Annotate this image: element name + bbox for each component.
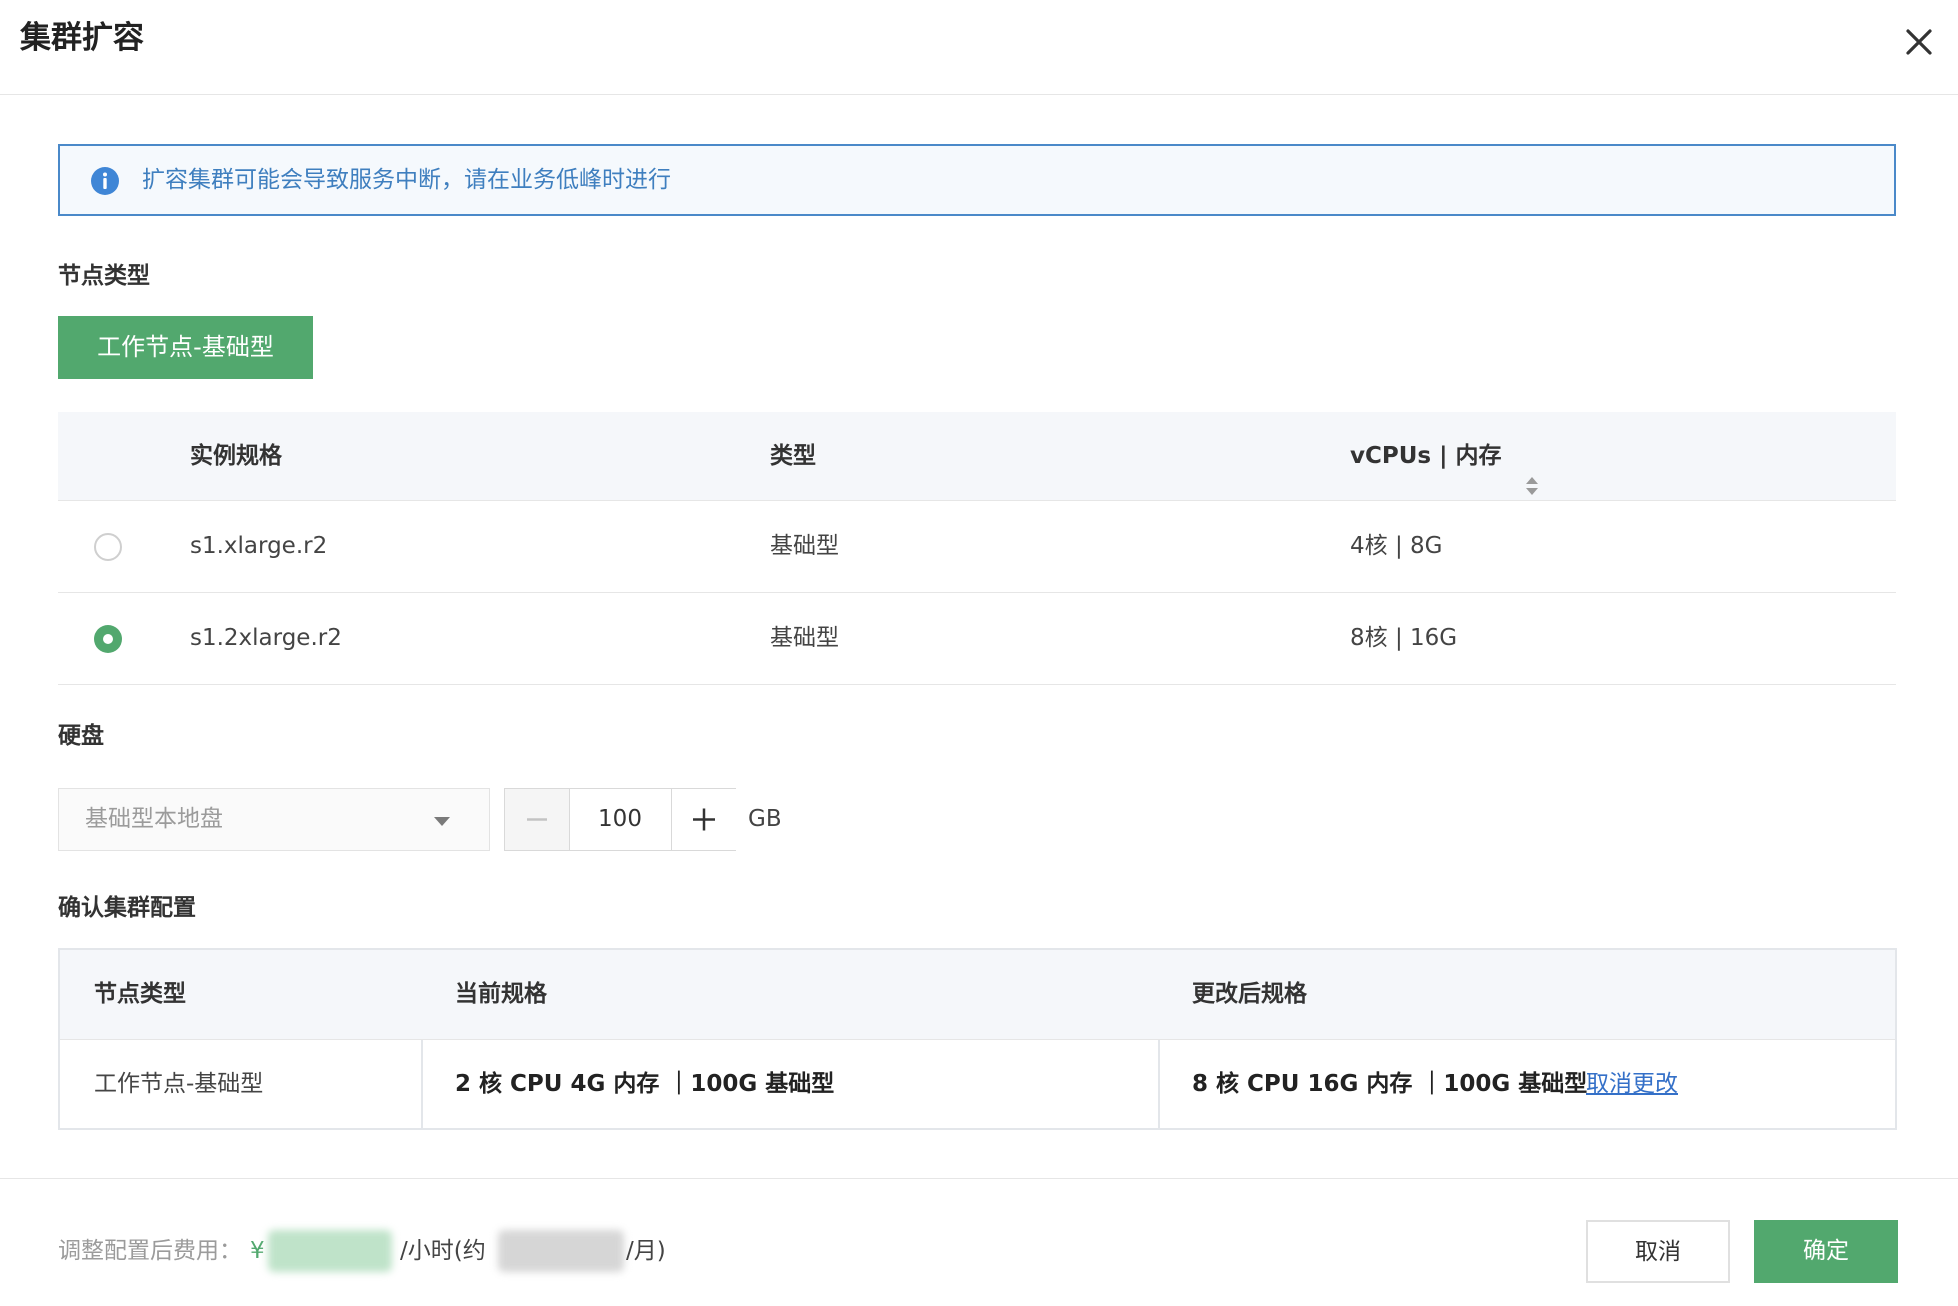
footer-divider [0, 1178, 1958, 1179]
confirm-config-label: 确认集群配置 [58, 895, 196, 921]
disk-label: 硬盘 [58, 723, 104, 749]
hourly-price-blurred [268, 1230, 392, 1272]
price-per-hour: /小时(约 [400, 1238, 486, 1264]
column-header-current-spec: 当前规格 [455, 981, 547, 1007]
cell-spec: s1.xlarge.r2 [190, 533, 328, 559]
column-header-spec: 实例规格 [190, 443, 282, 469]
cell-spec: s1.2xlarge.r2 [190, 625, 342, 651]
disk-type-select[interactable]: 基础型本地盘 [58, 788, 490, 851]
disk-size-stepper[interactable]: 100 [504, 788, 736, 851]
monthly-price-blurred [498, 1230, 624, 1272]
instance-spec-table: 实例规格 类型 vCPUs | 内存 s1.xlarge.r2 基础型 4核 |… [58, 412, 1896, 685]
cancel-button[interactable]: 取消 [1586, 1220, 1730, 1283]
sort-icon[interactable] [1524, 446, 1540, 495]
close-icon[interactable] [1895, 18, 1943, 66]
radio-s1-xlarge-r2[interactable] [94, 533, 122, 561]
column-header-changed-spec: 更改后规格 [1192, 981, 1307, 1007]
price-per-month: /月) [626, 1238, 666, 1264]
column-header-type: 类型 [770, 443, 816, 469]
cell-vcpu-memory: 4核 | 8G [1350, 533, 1443, 559]
alert-text: 扩容集群可能会导致服务中断，请在业务低峰时进行 [142, 167, 671, 193]
info-alert: 扩容集群可能会导致服务中断，请在业务低峰时进行 [58, 144, 1896, 216]
cell-type: 基础型 [770, 533, 839, 559]
cell-current-spec: 2 核 CPU 4G 内存 ｜100G 基础型 [455, 1071, 835, 1097]
spec-table-header: 实例规格 类型 vCPUs | 内存 [58, 412, 1896, 501]
disk-type-select-value: 基础型本地盘 [85, 806, 223, 832]
price-label: 调整配置后费用： [58, 1238, 242, 1264]
chevron-down-icon [433, 813, 451, 826]
column-header-vcpu-memory[interactable]: vCPUs | 内存 [1350, 412, 1540, 500]
price-currency: ¥ [250, 1238, 265, 1264]
cell-node-type: 工作节点-基础型 [94, 1071, 264, 1097]
cell-changed-spec: 8 核 CPU 16G 内存 ｜100G 基础型 [1192, 1071, 1588, 1097]
info-icon [90, 166, 120, 196]
table-row[interactable]: s1.2xlarge.r2 基础型 8核 | 16G [58, 593, 1896, 685]
confirm-button[interactable]: 确定 [1754, 1220, 1898, 1283]
node-type-label: 节点类型 [58, 263, 150, 289]
cell-vcpu-memory: 8核 | 16G [1350, 625, 1458, 651]
column-header-vcpu-memory-label: vCPUs | 内存 [1350, 443, 1502, 469]
cancel-change-link[interactable]: 取消更改 [1586, 1040, 1678, 1128]
radio-s1-2xlarge-r2[interactable] [94, 625, 122, 653]
node-type-work-basic-button[interactable]: 工作节点-基础型 [58, 316, 313, 379]
disk-size-unit: GB [748, 806, 782, 832]
cell-type: 基础型 [770, 625, 839, 651]
confirm-config-table: 节点类型 当前规格 更改后规格 工作节点-基础型 2 核 CPU 4G 内存 ｜… [58, 948, 1897, 1130]
column-header-node-type: 节点类型 [94, 981, 186, 1007]
dialog-title: 集群扩容 [20, 20, 144, 56]
table-row: 工作节点-基础型 2 核 CPU 4G 内存 ｜100G 基础型 8 核 CPU… [60, 1040, 1895, 1128]
disk-size-input[interactable]: 100 [570, 789, 670, 850]
confirm-table-header: 节点类型 当前规格 更改后规格 [60, 950, 1895, 1040]
stepper-increment-button[interactable] [671, 789, 736, 850]
header-divider [0, 94, 1958, 95]
stepper-decrement-button[interactable] [505, 789, 570, 850]
table-row[interactable]: s1.xlarge.r2 基础型 4核 | 8G [58, 501, 1896, 593]
